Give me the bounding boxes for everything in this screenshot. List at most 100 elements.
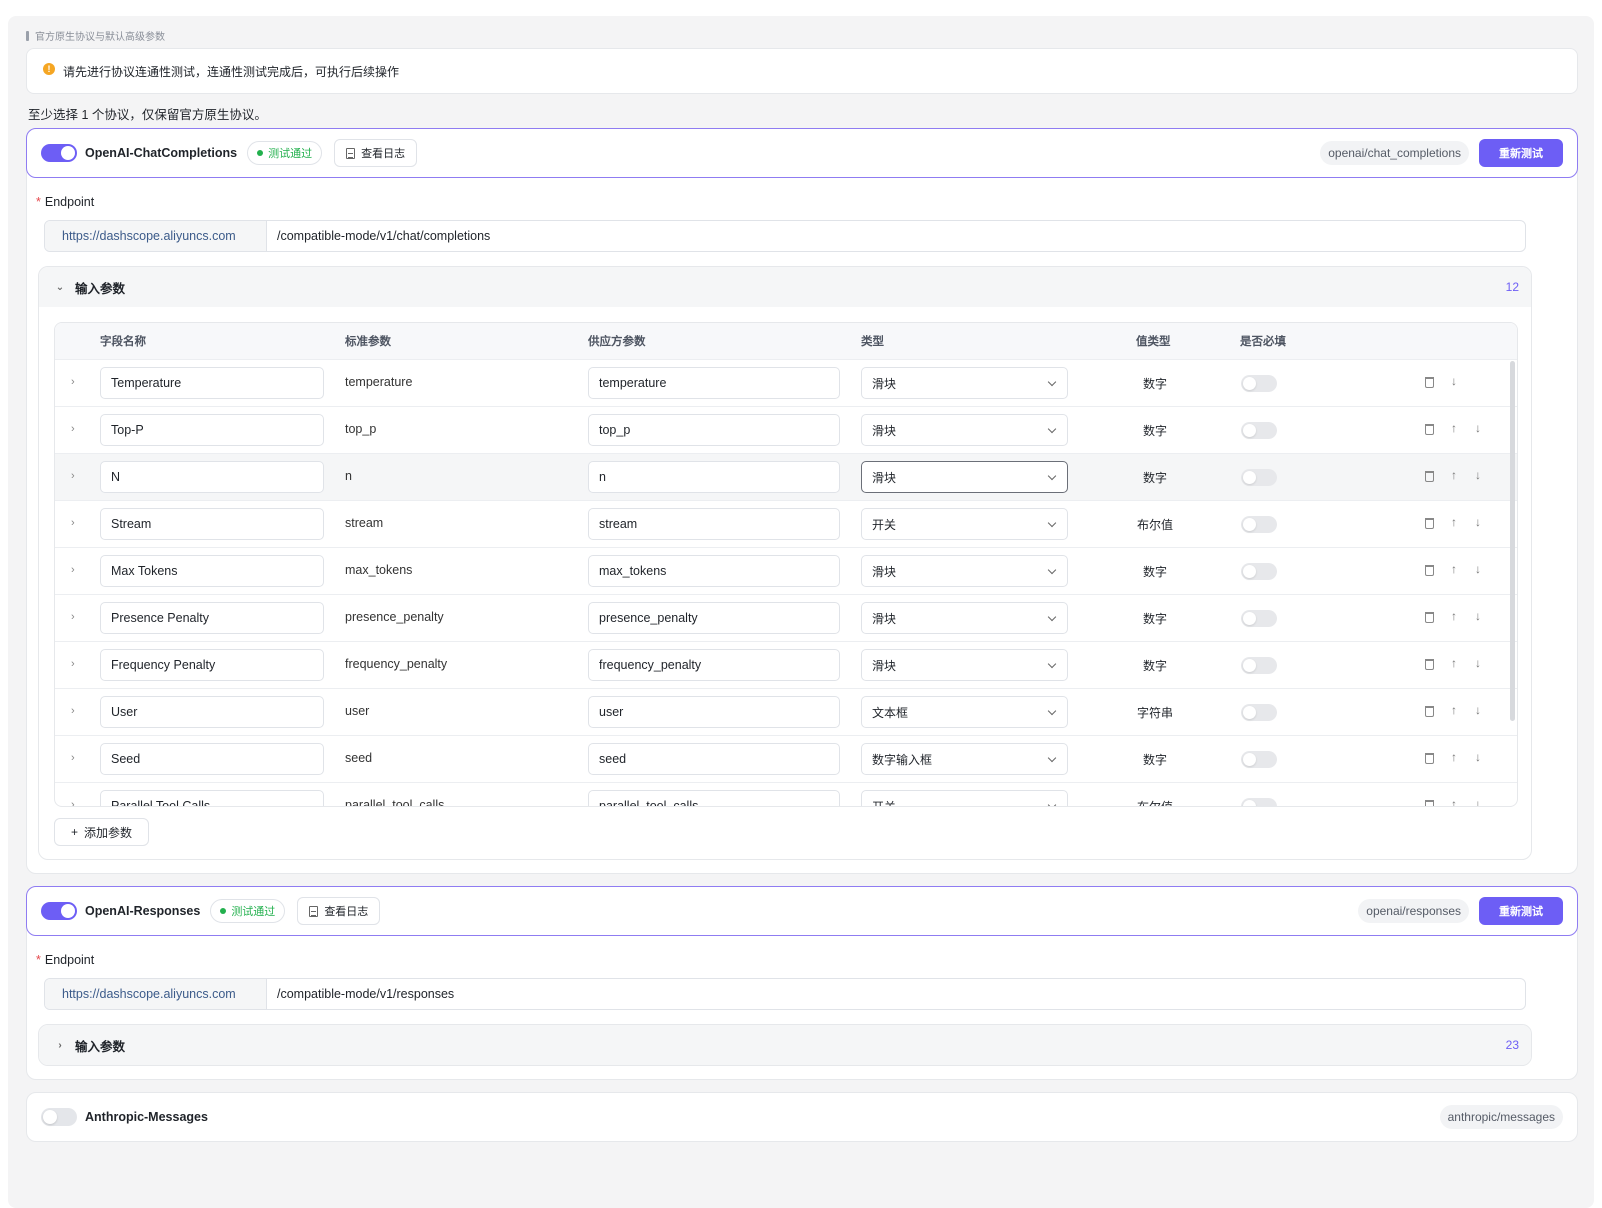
table-scrollbar[interactable] xyxy=(1510,361,1515,721)
type-select[interactable]: 数字输入框 xyxy=(861,743,1068,775)
arrow-down-icon[interactable]: ↓ xyxy=(1475,797,1481,806)
retest-button[interactable]: 重新测试 xyxy=(1479,139,1563,167)
required-toggle[interactable] xyxy=(1241,469,1277,486)
field-name-input[interactable]: User xyxy=(100,696,324,728)
chevron-down-icon xyxy=(1047,565,1057,575)
required-toggle[interactable] xyxy=(1241,751,1277,768)
field-name-input[interactable]: Seed xyxy=(100,743,324,775)
arrow-up-icon[interactable]: ↑ xyxy=(1451,703,1457,717)
chevron-down-icon xyxy=(1047,800,1057,806)
required-toggle[interactable] xyxy=(1241,657,1277,674)
retest-button[interactable]: 重新测试 xyxy=(1479,897,1563,925)
arrow-down-icon[interactable]: ↓ xyxy=(1475,656,1481,670)
arrow-up-icon[interactable]: ↑ xyxy=(1451,468,1457,482)
chevron-right-icon[interactable]: › xyxy=(71,799,75,806)
chevron-right-icon[interactable]: › xyxy=(71,470,75,482)
required-toggle[interactable] xyxy=(1241,375,1277,392)
chevron-right-icon[interactable]: › xyxy=(71,423,75,435)
view-log-button[interactable]: 查看日志 xyxy=(297,897,381,925)
provider-param-input[interactable]: stream xyxy=(588,508,840,540)
provider-param-input[interactable]: parallel_tool_calls xyxy=(588,790,840,806)
arrow-up-icon[interactable]: ↑ xyxy=(1451,750,1457,764)
chevron-right-icon[interactable]: › xyxy=(71,376,75,388)
arrow-down-icon[interactable]: ↓ xyxy=(1475,750,1481,764)
field-name-input[interactable]: Presence Penalty xyxy=(100,602,324,634)
section-title-bar xyxy=(26,30,29,41)
protocol-enable-toggle[interactable] xyxy=(41,902,77,920)
arrow-down-icon[interactable]: ↓ xyxy=(1451,374,1457,388)
view-log-label: 查看日志 xyxy=(324,906,369,918)
field-name-input[interactable]: Stream xyxy=(100,508,324,540)
arrow-down-icon[interactable]: ↓ xyxy=(1475,609,1481,623)
arrow-up-icon[interactable]: ↑ xyxy=(1451,562,1457,576)
protocol-enable-toggle[interactable] xyxy=(41,144,77,162)
delete-icon[interactable] xyxy=(1425,656,1434,673)
endpoint-path-input[interactable]: /compatible-mode/v1/responses xyxy=(267,979,454,1009)
type-select[interactable]: 开关 xyxy=(861,790,1068,806)
arrow-down-icon[interactable]: ↓ xyxy=(1475,703,1481,717)
chevron-right-icon[interactable]: › xyxy=(71,564,75,576)
arrow-up-icon[interactable]: ↑ xyxy=(1451,421,1457,435)
view-log-button[interactable]: 查看日志 xyxy=(334,139,418,167)
field-name-input[interactable]: Parallel Tool Calls xyxy=(100,790,324,806)
provider-param-input[interactable]: user xyxy=(588,696,840,728)
delete-icon[interactable] xyxy=(1425,750,1434,767)
endpoint-path-input[interactable]: /compatible-mode/v1/chat/completions xyxy=(267,221,490,251)
delete-icon[interactable] xyxy=(1425,468,1434,485)
delete-icon[interactable] xyxy=(1425,562,1434,579)
provider-param-input[interactable]: top_p xyxy=(588,414,840,446)
required-toggle[interactable] xyxy=(1241,563,1277,580)
chevron-right-icon[interactable]: › xyxy=(71,658,75,670)
required-toggle[interactable] xyxy=(1241,516,1277,533)
type-select[interactable]: 滑块 xyxy=(861,414,1068,446)
provider-param-input[interactable]: temperature xyxy=(588,367,840,399)
arrow-up-icon[interactable]: ↑ xyxy=(1451,797,1457,806)
field-name-input[interactable]: Top-P xyxy=(100,414,324,446)
provider-param-input[interactable]: n xyxy=(588,461,840,493)
delete-icon[interactable] xyxy=(1425,374,1434,391)
provider-param-input[interactable]: max_tokens xyxy=(588,555,840,587)
protocol-header-anthropic: Anthropic-Messages anthropic/messages xyxy=(26,1092,1578,1142)
protocol-enable-toggle[interactable] xyxy=(41,1108,77,1126)
type-select[interactable]: 滑块 xyxy=(861,461,1068,493)
type-select[interactable]: 开关 xyxy=(861,508,1068,540)
add-param-button[interactable]: + 添加参数 xyxy=(54,818,149,846)
input-params-header[interactable]: ⌄ 输入参数 12 xyxy=(39,267,1531,307)
input-params-header[interactable]: › 输入参数 23 xyxy=(39,1025,1531,1065)
required-toggle[interactable] xyxy=(1241,422,1277,439)
delete-icon[interactable] xyxy=(1425,703,1434,720)
provider-param-input[interactable]: seed xyxy=(588,743,840,775)
chevron-right-icon[interactable]: › xyxy=(71,517,75,529)
chevron-right-icon[interactable]: › xyxy=(71,611,75,623)
arrow-up-icon[interactable]: ↑ xyxy=(1451,609,1457,623)
delete-icon[interactable] xyxy=(1425,515,1434,532)
provider-param-input[interactable]: frequency_penalty xyxy=(588,649,840,681)
field-name-input[interactable]: Temperature xyxy=(100,367,324,399)
field-name-input[interactable]: Max Tokens xyxy=(100,555,324,587)
protocol-path-tag: openai/chat_completions xyxy=(1320,141,1469,165)
required-toggle[interactable] xyxy=(1241,798,1277,806)
chevron-right-icon[interactable]: › xyxy=(71,705,75,717)
field-name-input[interactable]: N xyxy=(100,461,324,493)
arrow-down-icon[interactable]: ↓ xyxy=(1475,562,1481,576)
table-row: › Parallel Tool Calls parallel_tool_call… xyxy=(55,782,1517,806)
arrow-up-icon[interactable]: ↑ xyxy=(1451,656,1457,670)
arrow-down-icon[interactable]: ↓ xyxy=(1475,468,1481,482)
type-select[interactable]: 滑块 xyxy=(861,367,1068,399)
delete-icon[interactable] xyxy=(1425,797,1434,806)
provider-param-input[interactable]: presence_penalty xyxy=(588,602,840,634)
type-select[interactable]: 滑块 xyxy=(861,555,1068,587)
chevron-right-icon[interactable]: › xyxy=(71,752,75,764)
arrow-down-icon[interactable]: ↓ xyxy=(1475,515,1481,529)
type-select[interactable]: 文本框 xyxy=(861,696,1068,728)
type-select[interactable]: 滑块 xyxy=(861,602,1068,634)
standard-param: top_p xyxy=(345,422,377,436)
field-name-input[interactable]: Frequency Penalty xyxy=(100,649,324,681)
arrow-down-icon[interactable]: ↓ xyxy=(1475,421,1481,435)
required-toggle[interactable] xyxy=(1241,610,1277,627)
delete-icon[interactable] xyxy=(1425,609,1434,626)
required-toggle[interactable] xyxy=(1241,704,1277,721)
delete-icon[interactable] xyxy=(1425,421,1434,438)
arrow-up-icon[interactable]: ↑ xyxy=(1451,515,1457,529)
type-select[interactable]: 滑块 xyxy=(861,649,1068,681)
